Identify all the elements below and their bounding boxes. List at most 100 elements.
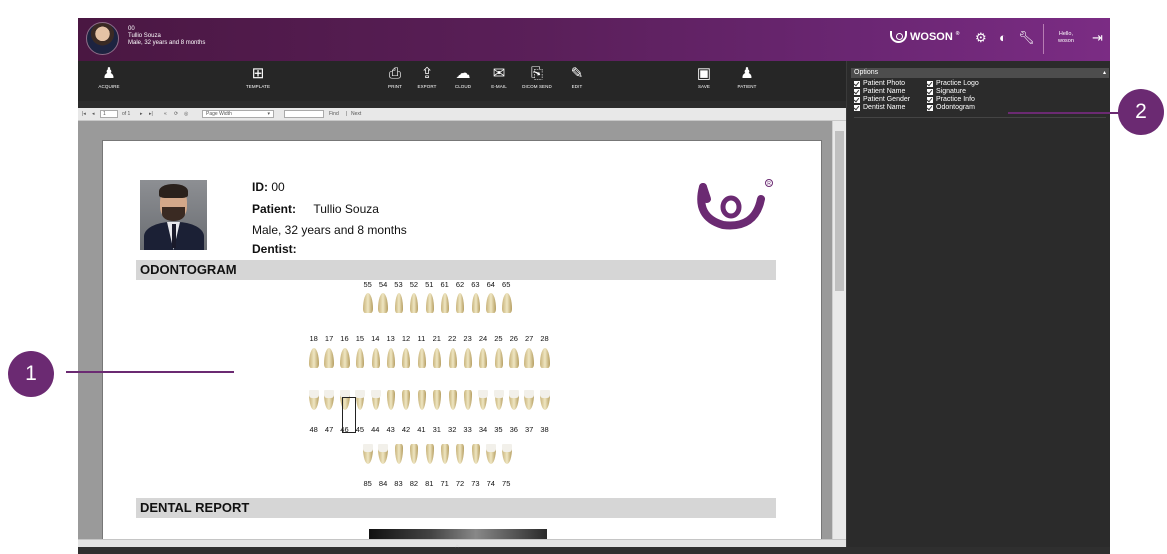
tooth-18[interactable] — [306, 346, 321, 368]
tooth-75[interactable] — [499, 444, 514, 466]
next-page-icon[interactable]: ▸ — [140, 111, 143, 117]
tooth-84[interactable] — [375, 444, 390, 466]
tooth-34[interactable] — [475, 390, 490, 412]
tooth-17[interactable] — [321, 346, 336, 368]
tooth-23[interactable] — [460, 346, 475, 368]
last-page-icon[interactable]: ▸| — [149, 111, 153, 117]
tooth-82[interactable] — [406, 444, 421, 466]
user-greeting[interactable]: Hello, woson — [1058, 31, 1074, 45]
chevron-up-icon[interactable]: ⌃ — [453, 544, 461, 554]
tooth-25[interactable] — [491, 346, 506, 368]
tooth-13[interactable] — [383, 346, 398, 368]
checkbox-checked-icon[interactable] — [927, 105, 933, 111]
collapse-icon[interactable]: ▴ — [1103, 68, 1106, 78]
tooth-38[interactable] — [537, 390, 552, 412]
option-checkbox[interactable]: Dentist Name — [854, 104, 905, 112]
tooth-47[interactable] — [321, 390, 336, 412]
tooth-26[interactable] — [506, 346, 521, 368]
tooth-53[interactable] — [391, 291, 406, 313]
tooth-43[interactable] — [383, 390, 398, 412]
patient-button[interactable]: ♟ PATIENT — [724, 65, 770, 91]
tooth-42[interactable] — [398, 390, 413, 412]
tooth-62[interactable] — [452, 291, 467, 313]
checkbox-checked-icon[interactable] — [927, 89, 933, 95]
page-number-input[interactable]: 1 — [100, 110, 118, 118]
tooth-37[interactable] — [521, 390, 536, 412]
checkbox-checked-icon[interactable] — [854, 89, 860, 95]
tooth-12[interactable] — [398, 346, 413, 368]
patient-avatar[interactable] — [86, 22, 119, 55]
option-checkbox[interactable]: Signature — [927, 88, 966, 96]
selected-tooth-highlight[interactable] — [342, 397, 356, 433]
logout-icon[interactable]: ⇥ — [1092, 31, 1103, 44]
back-icon[interactable]: « — [164, 111, 167, 117]
find-link[interactable]: Find — [329, 111, 339, 117]
contrast-icon[interactable]: ◐ — [999, 31, 1007, 44]
tooth-61[interactable] — [437, 291, 452, 313]
tooth-number: 13 — [386, 334, 395, 343]
options-header[interactable]: Options ▴ — [851, 68, 1109, 78]
tooth-33[interactable] — [460, 390, 475, 412]
gear-icon[interactable]: ⚙ — [975, 31, 987, 44]
tooth-54[interactable] — [375, 291, 390, 313]
tooth-21[interactable] — [429, 346, 444, 368]
tooth-48[interactable] — [306, 390, 321, 412]
tooth-83[interactable] — [391, 444, 406, 466]
option-checkbox[interactable]: Practice Logo — [927, 80, 979, 88]
tooth-63[interactable] — [468, 291, 483, 313]
tooth-55[interactable] — [360, 291, 375, 313]
tooth-74[interactable] — [483, 444, 498, 466]
wrench-icon[interactable]: 🔧︎ — [1018, 31, 1035, 44]
tooth-71[interactable] — [437, 444, 452, 466]
acquire-button[interactable]: ♟ ACQUIRE — [86, 65, 132, 91]
option-label: Patient Name — [863, 88, 906, 95]
find-input[interactable] — [284, 110, 324, 118]
option-checkbox[interactable]: Odontogram — [927, 104, 975, 112]
tooth-81[interactable] — [422, 444, 437, 466]
tooth-16[interactable] — [337, 346, 352, 368]
tooth-72[interactable] — [452, 444, 467, 466]
vertical-scrollbar-thumb[interactable] — [835, 131, 844, 291]
edit-button[interactable]: ✎ EDIT — [554, 65, 600, 91]
woson-logo-icon — [890, 31, 907, 43]
tooth-52[interactable] — [406, 291, 421, 313]
tooth-14[interactable] — [368, 346, 383, 368]
option-checkbox[interactable]: Patient Gender — [854, 96, 910, 104]
vertical-scrollbar[interactable] — [832, 121, 846, 539]
tooth-44[interactable] — [368, 390, 383, 412]
first-page-icon[interactable]: |◂ — [82, 111, 86, 117]
option-checkbox[interactable]: Practice Info — [927, 96, 975, 104]
refresh-icon[interactable]: ⟳ — [174, 111, 178, 117]
tooth-24[interactable] — [475, 346, 490, 368]
tooth-65[interactable] — [499, 291, 514, 313]
document-scroll-area[interactable]: ID: 00 Patient: Tullio Souza Male, 32 ye… — [78, 121, 846, 539]
tooth-35[interactable] — [491, 390, 506, 412]
tooth-31[interactable] — [429, 390, 444, 412]
template-button[interactable]: ⊞ TEMPLATE — [235, 65, 281, 91]
tooth-36[interactable] — [506, 390, 521, 412]
tooth-27[interactable] — [521, 346, 536, 368]
option-checkbox[interactable]: Patient Photo — [854, 80, 905, 88]
checkbox-checked-icon[interactable] — [854, 81, 860, 87]
tooth-22[interactable] — [445, 346, 460, 368]
tooth-64[interactable] — [483, 291, 498, 313]
checkbox-checked-icon[interactable] — [927, 97, 933, 103]
next-link[interactable]: Next — [351, 111, 361, 117]
horizontal-scrollbar[interactable] — [78, 539, 846, 547]
prev-page-icon[interactable]: ◂ — [92, 111, 95, 117]
tooth-85[interactable] — [360, 444, 375, 466]
tooth-51[interactable] — [422, 291, 437, 313]
option-checkbox[interactable]: Patient Name — [854, 88, 905, 96]
tooth-11[interactable] — [414, 346, 429, 368]
save-button[interactable]: ▣ SAVE — [681, 65, 727, 91]
checkbox-checked-icon[interactable] — [854, 105, 860, 111]
checkbox-checked-icon[interactable] — [854, 97, 860, 103]
tooth-41[interactable] — [414, 390, 429, 412]
checkbox-checked-icon[interactable] — [927, 81, 933, 87]
tooth-28[interactable] — [537, 346, 552, 368]
zoom-select[interactable]: Page Width ▾ — [202, 110, 274, 118]
tooth-32[interactable] — [445, 390, 460, 412]
tooth-15[interactable] — [352, 346, 367, 368]
tooth-73[interactable] — [468, 444, 483, 466]
globe-icon[interactable]: ◎ — [184, 111, 188, 117]
